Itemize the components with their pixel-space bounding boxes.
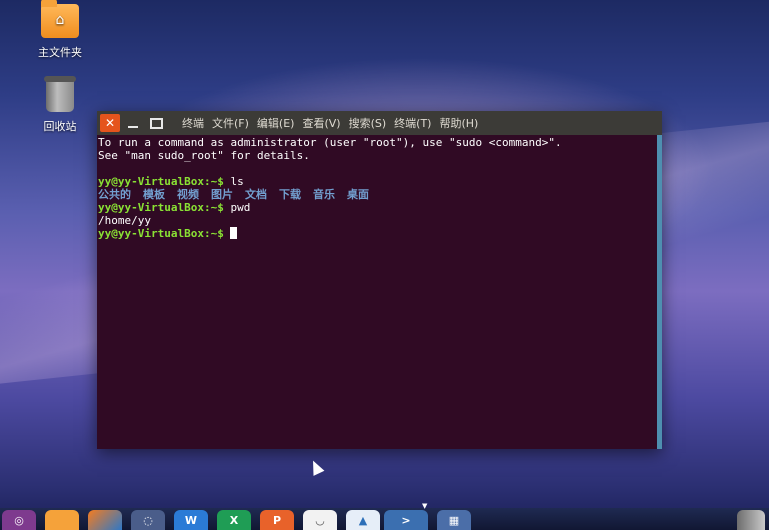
files-icon[interactable] — [45, 510, 79, 530]
settings-icon[interactable]: ◌ — [131, 510, 165, 530]
trash-icon[interactable] — [737, 510, 765, 530]
terminal-line: yy@yy-VirtualBox:~$ ls — [98, 175, 656, 188]
terminal-scrollbar[interactable] — [657, 135, 662, 449]
firefox-icon[interactable] — [88, 510, 122, 530]
desktop-icon-label: 主文件夹 — [38, 46, 82, 59]
powerpoint-icon[interactable]: P — [260, 510, 294, 530]
update-icon[interactable]: ▲ — [346, 510, 380, 530]
text-cursor — [230, 227, 238, 239]
dir-entry: 下载 — [279, 188, 301, 201]
word-icon[interactable]: W — [174, 510, 208, 530]
command-text: ls — [223, 175, 244, 188]
terminal-icon[interactable]: > — [384, 510, 428, 530]
maximize-icon[interactable] — [146, 114, 166, 132]
terminal-line-current[interactable]: yy@yy-VirtualBox:~$ — [98, 227, 656, 240]
menu-item-search[interactable]: 搜索(S) — [345, 115, 391, 131]
menu-bar: 终端 文件(F) 编辑(E) 查看(V) 搜索(S) 终端(T) 帮助(H) — [178, 115, 482, 131]
desktop-icon-label: 回收站 — [43, 120, 77, 133]
dir-entry: 公共的 — [98, 188, 131, 201]
prompt-text: yy@yy-VirtualBox:~$ — [98, 227, 224, 240]
minimize-icon[interactable] — [123, 114, 143, 132]
trash-icon — [44, 76, 76, 112]
menu-item-terminal-title: 终端 — [182, 117, 204, 130]
dir-entry: 文档 — [245, 188, 267, 201]
software-center-icon[interactable]: ◡ — [303, 510, 337, 530]
terminal-line: To run a command as administrator (user … — [98, 136, 562, 149]
terminal-line: See "man sudo_root" for details. — [98, 149, 310, 162]
menu-item-help[interactable]: 帮助(H) — [435, 115, 482, 131]
menu-item-terminal[interactable]: 终端(T) — [390, 115, 435, 131]
dir-entry: 视频 — [177, 188, 199, 201]
workspace-icon[interactable]: ▦ — [437, 510, 471, 530]
menu-item-file[interactable]: 文件(F) — [208, 115, 253, 131]
desktop-icon-trash[interactable]: 回收站 — [25, 76, 95, 134]
home-folder-icon: ⌂ — [41, 0, 79, 38]
dir-entry: 桌面 — [347, 188, 369, 201]
menu-item-view[interactable]: 查看(V) — [298, 115, 344, 131]
command-text — [224, 227, 231, 240]
command-text: pwd — [223, 201, 251, 214]
menu-item-edit[interactable]: 编辑(E) — [253, 115, 299, 131]
prompt-text: yy@yy-VirtualBox:~$ — [98, 175, 224, 188]
terminal-window[interactable]: ✕ 终端 文件(F) 编辑(E) 查看(V) 搜索(S) 终端(T) 帮助(H)… — [97, 111, 662, 449]
mouse-pointer-icon — [307, 458, 325, 476]
terminal-output[interactable]: To run a command as administrator (user … — [97, 135, 657, 449]
dir-entry: 图片 — [211, 188, 233, 201]
terminal-line: /home/yy — [98, 214, 151, 227]
active-indicator-icon: ▼ — [422, 502, 428, 510]
dir-entry: 音乐 — [313, 188, 335, 201]
ubuntu-icon[interactable]: ◎ — [2, 510, 36, 530]
dock: ▼ ◎ ◌ W X P ◡ ▲ > ▦ — [0, 502, 769, 530]
dir-entry: 模板 — [143, 188, 165, 201]
prompt-text: yy@yy-VirtualBox:~$ — [98, 201, 224, 214]
ls-output-line: 公共的 模板 视频 图片 文档 下载 音乐 桌面 — [98, 188, 656, 201]
excel-icon[interactable]: X — [217, 510, 251, 530]
close-icon[interactable]: ✕ — [100, 114, 120, 132]
terminal-titlebar[interactable]: ✕ 终端 文件(F) 编辑(E) 查看(V) 搜索(S) 终端(T) 帮助(H) — [97, 111, 662, 135]
desktop-icon-home-folder[interactable]: ⌂ 主文件夹 — [25, 0, 95, 60]
terminal-line: yy@yy-VirtualBox:~$ pwd — [98, 201, 656, 214]
